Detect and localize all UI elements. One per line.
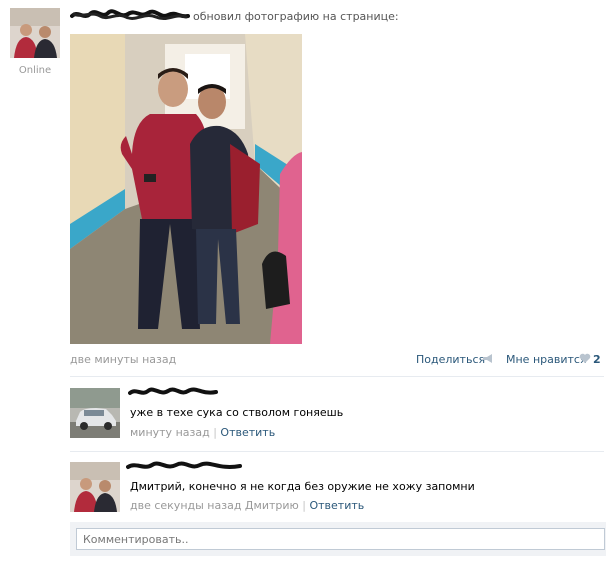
comment-time[interactable]: минуту назад (130, 426, 210, 439)
comment-text: Дмитрий, конечно я не когда без оружие н… (130, 480, 475, 493)
post-photo[interactable] (70, 34, 302, 344)
comment-meta: две секунды назад Дмитрию | Ответить (130, 499, 364, 512)
comment-author-redacted[interactable] (126, 460, 242, 472)
separator: | (302, 499, 306, 512)
comment-text: уже в техе сука со стволом гоняешь (130, 406, 344, 419)
comment-author-redacted[interactable] (128, 386, 218, 398)
comment-avatar[interactable] (70, 462, 120, 512)
divider (70, 451, 604, 452)
author-name-redacted[interactable] (70, 7, 190, 23)
reply-button[interactable]: Ответить (220, 426, 275, 439)
online-status: Online (18, 65, 52, 76)
comment-avatar[interactable] (70, 388, 120, 438)
action-text: обновил фотографию на странице: (193, 10, 399, 23)
author-avatar[interactable] (10, 8, 60, 58)
heart-icon[interactable] (579, 353, 591, 364)
comment-time[interactable]: две секунды назад Дмитрию (130, 499, 299, 512)
divider (70, 376, 604, 377)
post-time[interactable]: две минуты назад (70, 353, 176, 366)
like-button[interactable]: Мне нравится (506, 353, 587, 366)
comment-input[interactable] (76, 528, 605, 550)
reply-button[interactable]: Ответить (309, 499, 364, 512)
megaphone-icon[interactable] (482, 352, 495, 365)
share-button[interactable]: Поделиться (416, 353, 485, 366)
like-count[interactable]: 2 (593, 353, 601, 366)
separator: | (213, 426, 217, 439)
comment-meta: минуту назад | Ответить (130, 426, 275, 439)
comment-box (70, 522, 606, 556)
